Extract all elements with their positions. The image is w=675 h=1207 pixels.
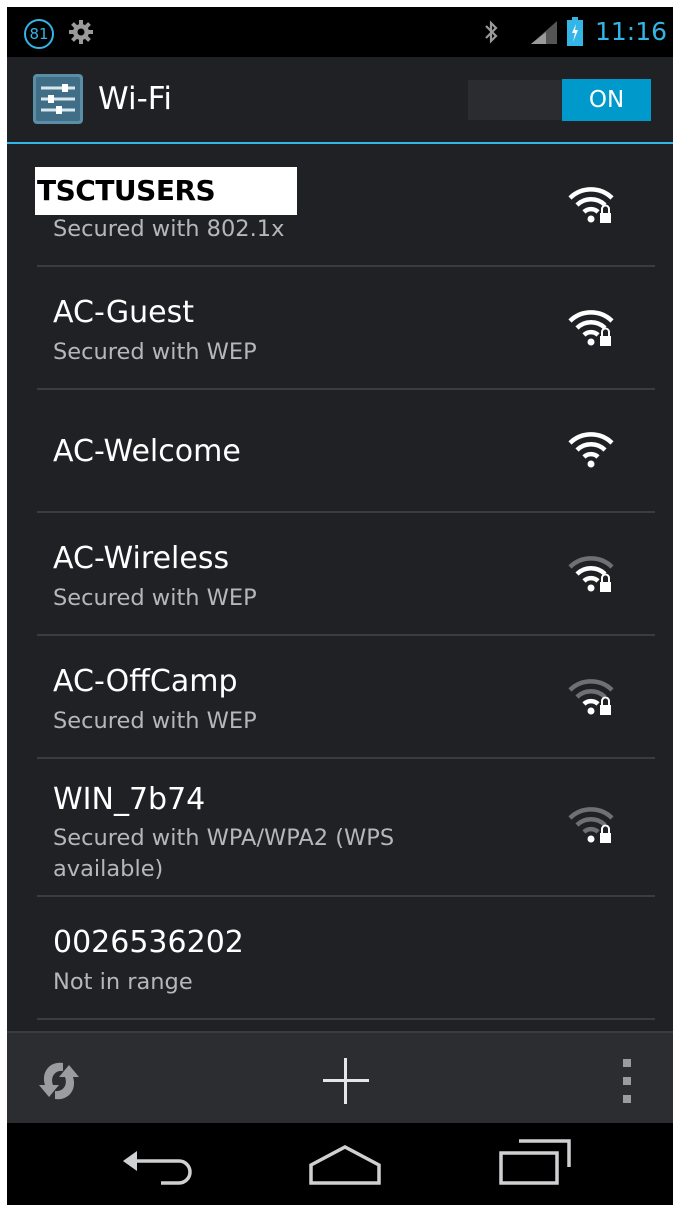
network-item-win-7b74[interactable]: WIN_7b74 Secured with WPA/WPA2 (WPS avai… (37, 759, 655, 897)
wifi-secured-icon (568, 310, 614, 346)
settings-icon[interactable] (32, 73, 84, 125)
network-status: Secured with WEP (53, 339, 257, 365)
network-item-ac-wireless[interactable]: AC-Wireless Secured with WEP (37, 513, 655, 636)
cell-signal-icon (531, 21, 557, 44)
network-name: WIN_7b74 (53, 782, 206, 817)
network-name: AC-Wireless (53, 541, 230, 576)
network-item-ac-offcamp[interactable]: AC-OffCamp Secured with WEP (37, 636, 655, 759)
wifi-network-list: Secured with 802.1x AC-Guest Secured wit… (7, 144, 673, 1031)
network-status: Not in range (53, 969, 193, 995)
network-status: Secured with WPA/WPA2 (WPS available) (53, 825, 395, 882)
page-title: Wi-Fi (98, 81, 172, 117)
network-item-0026536202[interactable]: 0026536202 Not in range (37, 897, 655, 1020)
network-status: Secured with WEP (53, 708, 257, 734)
phone-screen: 81 11:16 Wi-Fi ON Secured with 802.1x AC… (7, 7, 673, 1205)
battery-charging-icon (567, 17, 583, 46)
bluetooth-icon (485, 20, 498, 44)
network-status: Secured with 802.1x (53, 216, 285, 242)
back-icon[interactable] (121, 1141, 193, 1187)
system-nav-bar (7, 1123, 673, 1205)
network-name: 0026536202 (53, 925, 244, 960)
wifi-secured-icon (568, 807, 614, 843)
network-item-ac-guest[interactable]: AC-Guest Secured with WEP (37, 267, 655, 390)
network-name: AC-Welcome (53, 434, 241, 469)
notification-count-badge: 81 (24, 19, 54, 49)
add-network-icon[interactable] (320, 1055, 372, 1107)
wps-refresh-icon[interactable] (33, 1055, 85, 1107)
network-name: AC-OffCamp (53, 664, 238, 699)
wifi-toggle-switch[interactable]: ON (467, 79, 651, 121)
network-item-ac-welcome[interactable]: AC-Welcome (37, 390, 655, 513)
action-bar: Wi-Fi ON (7, 57, 673, 144)
wifi-secured-icon (568, 187, 614, 223)
overflow-menu-icon[interactable] (615, 1053, 639, 1109)
redacted-network-name: TSCTUSERS (35, 167, 297, 215)
status-clock: 11:16 (595, 17, 668, 46)
home-icon[interactable] (305, 1141, 385, 1187)
wifi-secured-icon (568, 679, 614, 715)
network-name: AC-Guest (53, 295, 194, 330)
wifi-secured-icon (568, 556, 614, 592)
settings-gear-icon (69, 20, 93, 44)
status-bar: 81 11:16 (7, 7, 673, 57)
recents-icon[interactable] (497, 1137, 573, 1187)
network-status: Secured with WEP (53, 585, 257, 611)
wifi-toggle-on-label: ON (562, 79, 651, 121)
wifi-open-icon (568, 432, 614, 468)
network-name: TSCTUSERS (37, 174, 216, 207)
bottom-action-bar (7, 1031, 673, 1125)
